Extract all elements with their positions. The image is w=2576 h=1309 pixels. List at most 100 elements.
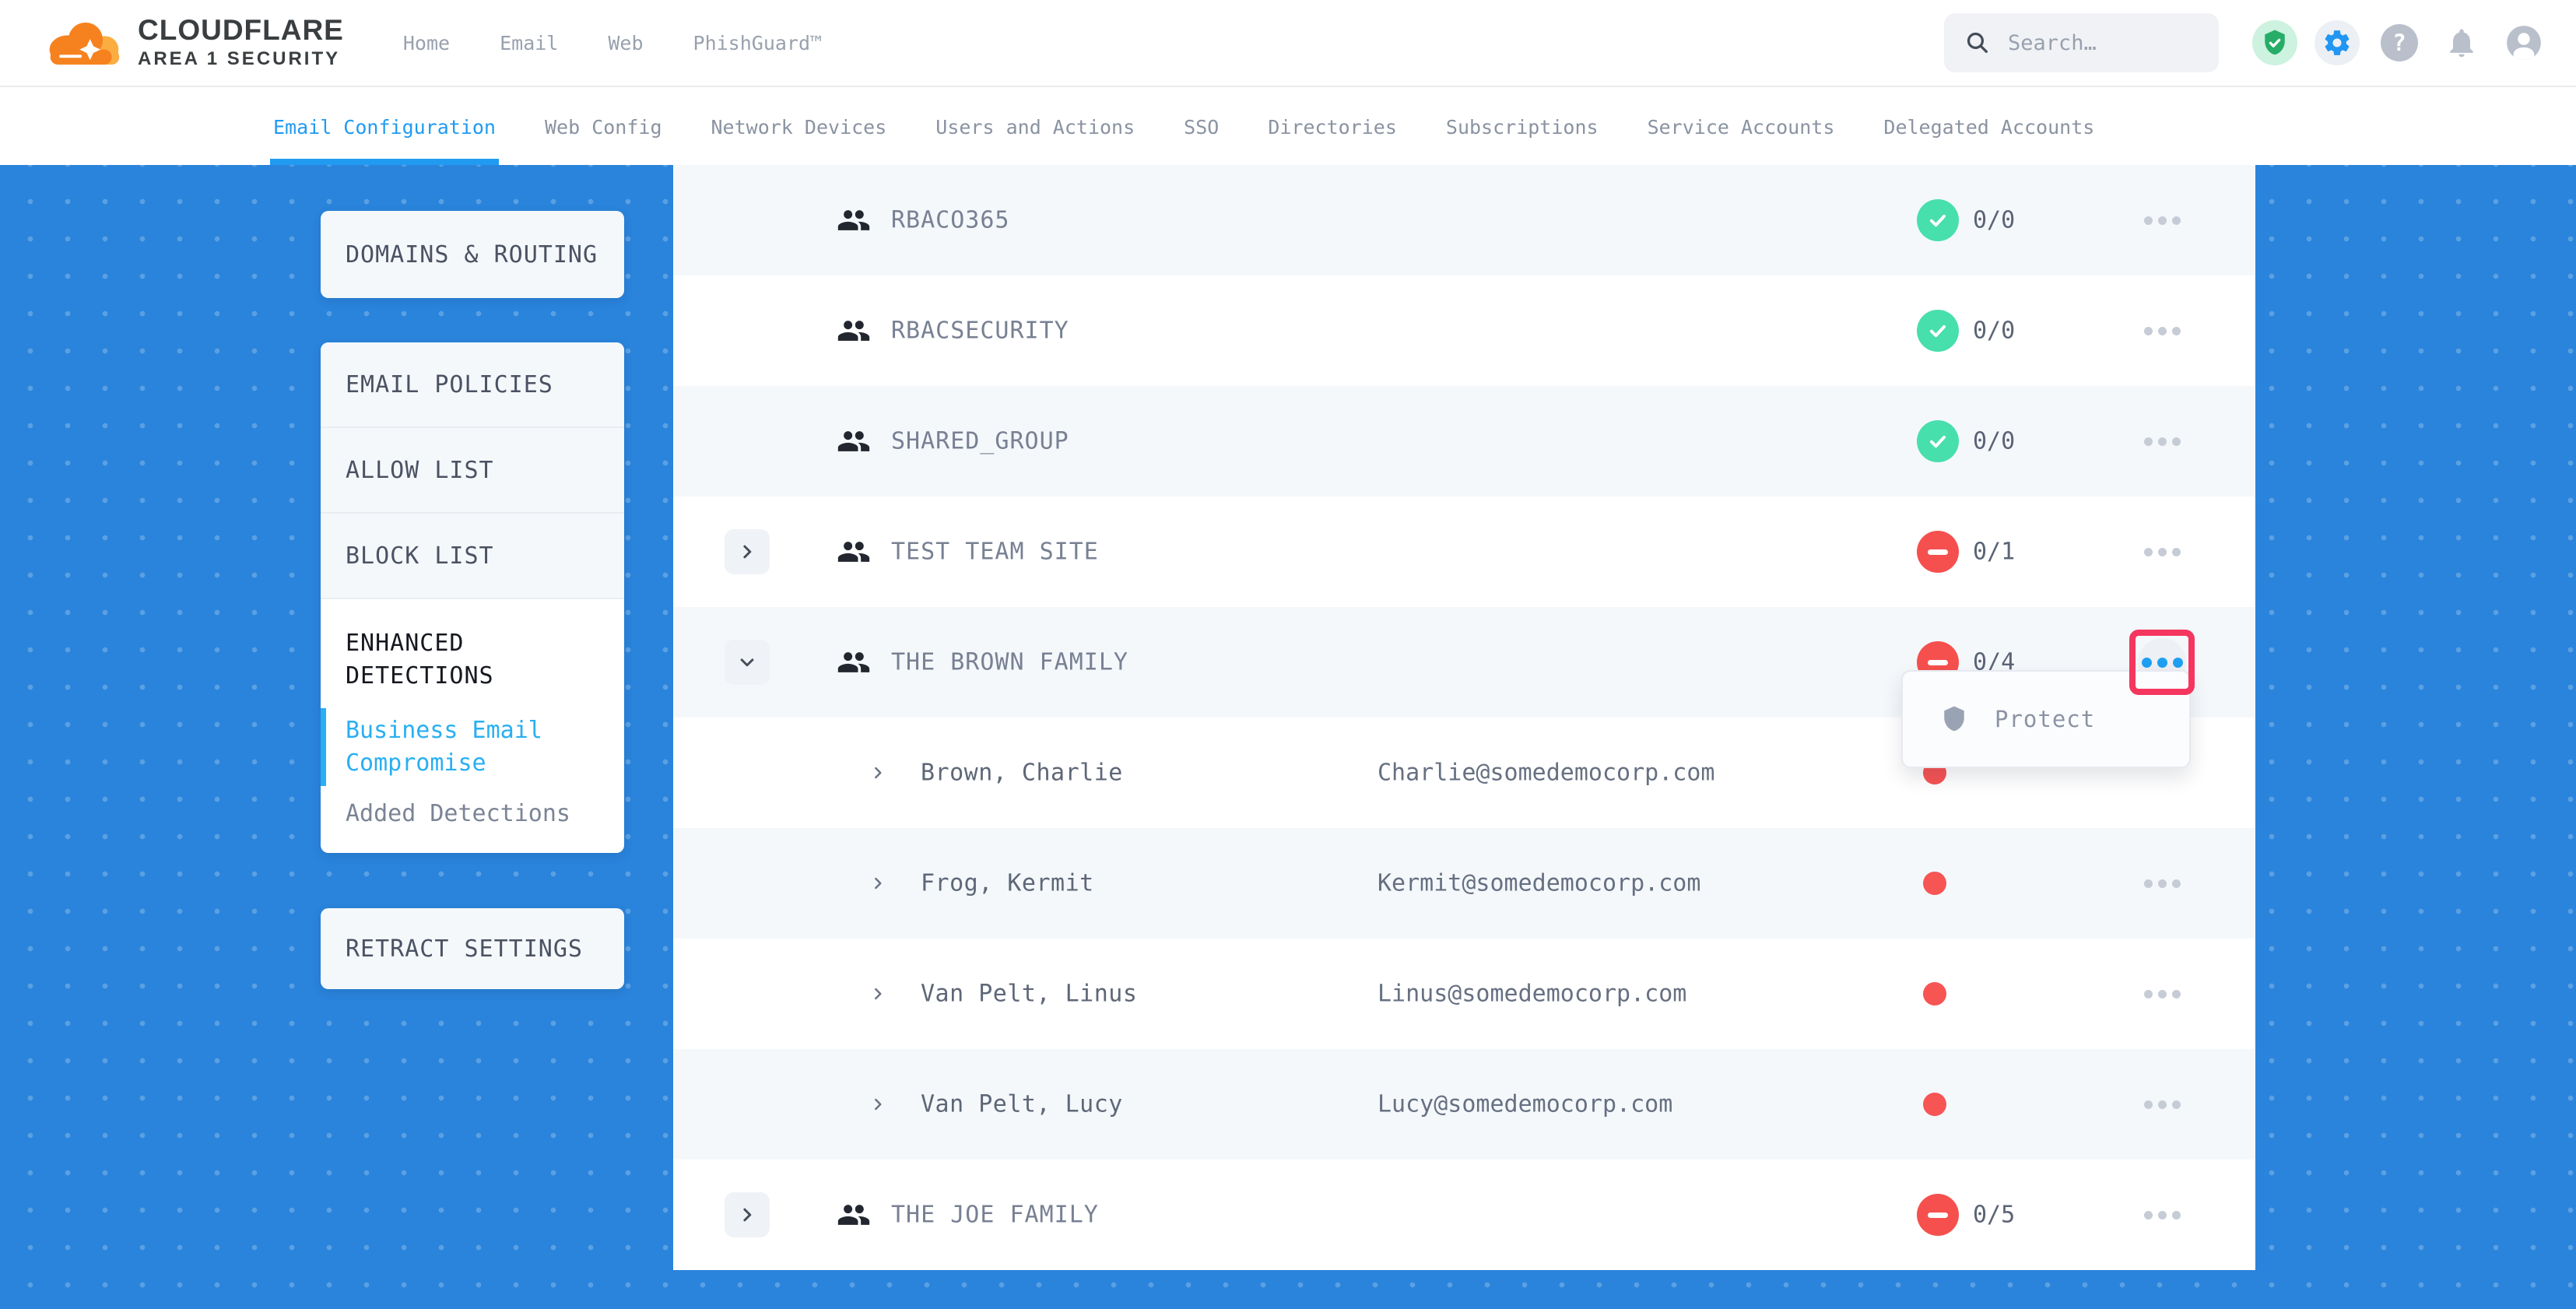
- group-icon: [837, 314, 871, 348]
- notifications-bell-icon[interactable]: [2439, 20, 2484, 65]
- nav-home[interactable]: Home: [403, 32, 450, 54]
- status-unprotected-dot: [1923, 982, 1946, 1005]
- table-row: Van Pelt, Linus Linus@somedemocorp.com: [673, 939, 2255, 1049]
- sidebar-item-label: ALLOW LIST: [346, 457, 494, 484]
- table-row: TEST TEAM SITE 0/1: [673, 497, 2255, 607]
- status-unprotected-dot: [1923, 872, 1946, 895]
- user-name: Frog, Kermit: [921, 870, 1094, 897]
- content-area: DOMAINS & ROUTING EMAIL POLICIES ALLOW L…: [0, 165, 2576, 1309]
- sidebar-item-label: DOMAINS & ROUTING: [346, 241, 598, 268]
- search-icon: [1964, 30, 1991, 56]
- expand-row-button[interactable]: [725, 529, 770, 574]
- nav-email[interactable]: Email: [500, 32, 558, 54]
- sidebar-item-retract-settings[interactable]: RETRACT SETTINGS: [321, 908, 624, 989]
- tab-users-and-actions[interactable]: Users and Actions: [935, 89, 1135, 165]
- user-name: Brown, Charlie: [921, 760, 1123, 787]
- status-protected-badge: [1917, 310, 1959, 352]
- tab-directories[interactable]: Directories: [1268, 89, 1397, 165]
- sidebar-item-label: EMAIL POLICIES: [346, 371, 553, 398]
- table-row: Frog, Kermit Kermit@somedemocorp.com: [673, 828, 2255, 939]
- tab-delegated-accounts[interactable]: Delegated Accounts: [1883, 89, 2094, 165]
- sidebar-item-email-policies[interactable]: EMAIL POLICIES: [321, 342, 624, 428]
- tab-network-devices[interactable]: Network Devices: [711, 89, 887, 165]
- table-row: RBACSECURITY 0/0: [673, 275, 2255, 386]
- group-icon: [837, 203, 871, 237]
- row-menu-button[interactable]: [2138, 1191, 2186, 1239]
- group-name: THE BROWN FAMILY: [891, 649, 1128, 676]
- shield-icon: [1940, 705, 1968, 733]
- row-menu-button[interactable]: [2138, 1080, 2186, 1128]
- protected-count: 0/1: [1973, 539, 2015, 566]
- brand-text: CLOUDFLARE AREA 1 SECURITY: [138, 16, 344, 70]
- table-row: RBACO365 0/0: [673, 165, 2255, 275]
- user-email: Charlie@somedemocorp.com: [1377, 760, 1714, 787]
- row-menu-button[interactable]: [2138, 528, 2186, 576]
- user-email: Lucy@somedemocorp.com: [1377, 1091, 1672, 1118]
- status-protected-badge: [1917, 420, 1959, 462]
- group-icon: [837, 535, 871, 569]
- help-icon[interactable]: [2377, 20, 2422, 65]
- status-unprotected-dot: [1923, 1093, 1946, 1116]
- menu-item-protect[interactable]: Protect: [1903, 672, 2189, 767]
- table-row: THE JOE FAMILY 0/5: [673, 1160, 2255, 1270]
- tab-subscriptions[interactable]: Subscriptions: [1446, 89, 1599, 165]
- group-name: THE JOE FAMILY: [891, 1202, 1099, 1229]
- row-menu-button[interactable]: [2138, 970, 2186, 1018]
- expand-user-button[interactable]: [868, 984, 888, 1004]
- sidebar-item-domains-routing[interactable]: DOMAINS & ROUTING: [321, 211, 624, 298]
- user-email: Linus@somedemocorp.com: [1377, 981, 1686, 1008]
- collapse-row-button[interactable]: [725, 640, 770, 685]
- account-avatar-icon[interactable]: [2501, 20, 2546, 65]
- user-name: Van Pelt, Linus: [921, 981, 1137, 1008]
- brand-name: CLOUDFLARE: [138, 16, 344, 44]
- group-icon: [837, 424, 871, 458]
- protected-count: 0/0: [1973, 318, 2015, 345]
- group-name: RBACSECURITY: [891, 318, 1069, 345]
- protected-count: 0/0: [1973, 207, 2015, 234]
- page: CLOUDFLARE AREA 1 SECURITY Home Email We…: [0, 0, 2576, 1309]
- nav-web[interactable]: Web: [608, 32, 643, 54]
- tab-sso[interactable]: SSO: [1184, 89, 1219, 165]
- security-shield-icon[interactable]: [2252, 20, 2297, 65]
- row-menu-button[interactable]: [2138, 859, 2186, 907]
- menu-item-label: Protect: [1995, 706, 2095, 732]
- top-header: CLOUDFLARE AREA 1 SECURITY Home Email We…: [0, 0, 2576, 87]
- sidebar-item-allow-list[interactable]: ALLOW LIST: [321, 428, 624, 514]
- tab-email-configuration[interactable]: Email Configuration: [273, 89, 496, 165]
- sidebar-item-added-detections[interactable]: Added Detections: [346, 800, 624, 827]
- expand-row-button[interactable]: [725, 1192, 770, 1237]
- tab-web-config[interactable]: Web Config: [545, 89, 662, 165]
- group-name: RBACO365: [891, 207, 1010, 234]
- sidebar-item-label: RETRACT SETTINGS: [346, 935, 583, 963]
- enhanced-detections-title[interactable]: ENHANCED DETECTIONS: [346, 627, 532, 693]
- nav-phishguard[interactable]: PhishGuard™: [693, 32, 823, 54]
- top-nav: Home Email Web PhishGuard™: [403, 32, 822, 54]
- expand-user-button[interactable]: [868, 763, 888, 783]
- section-tabbar: Email Configuration Web Config Network D…: [0, 89, 2576, 165]
- sidebar-item-business-email-compromise[interactable]: Business Email Compromise: [321, 708, 567, 786]
- sidebar-item-label: BLOCK LIST: [346, 542, 494, 570]
- context-menu: Protect: [1901, 670, 2191, 768]
- group-icon: [837, 1198, 871, 1232]
- expand-user-button[interactable]: [868, 1094, 888, 1114]
- status-unprotected-badge: [1917, 531, 1959, 573]
- sidebar-section-enhanced-detections: ENHANCED DETECTIONS Business Email Compr…: [321, 599, 624, 827]
- sidebar-item-block-list[interactable]: BLOCK LIST: [321, 514, 624, 599]
- search-input[interactable]: [2006, 30, 2196, 56]
- row-menu-button[interactable]: [2138, 196, 2186, 244]
- group-name: TEST TEAM SITE: [891, 539, 1099, 566]
- expand-user-button[interactable]: [868, 873, 888, 893]
- cloudflare-logo: CLOUDFLARE AREA 1 SECURITY: [43, 16, 344, 70]
- user-name: Van Pelt, Lucy: [921, 1091, 1123, 1118]
- search-box[interactable]: [1944, 13, 2219, 72]
- row-menu-button[interactable]: [2138, 307, 2186, 355]
- tab-service-accounts[interactable]: Service Accounts: [1648, 89, 1835, 165]
- settings-gear-icon[interactable]: [2315, 20, 2360, 65]
- group-icon: [837, 645, 871, 679]
- status-unprotected-badge: [1917, 1194, 1959, 1236]
- row-menu-button[interactable]: [2138, 417, 2186, 465]
- group-name: SHARED_GROUP: [891, 428, 1069, 455]
- table-row: SHARED_GROUP 0/0: [673, 386, 2255, 497]
- user-email: Kermit@somedemocorp.com: [1377, 870, 1700, 897]
- status-protected-badge: [1917, 199, 1959, 241]
